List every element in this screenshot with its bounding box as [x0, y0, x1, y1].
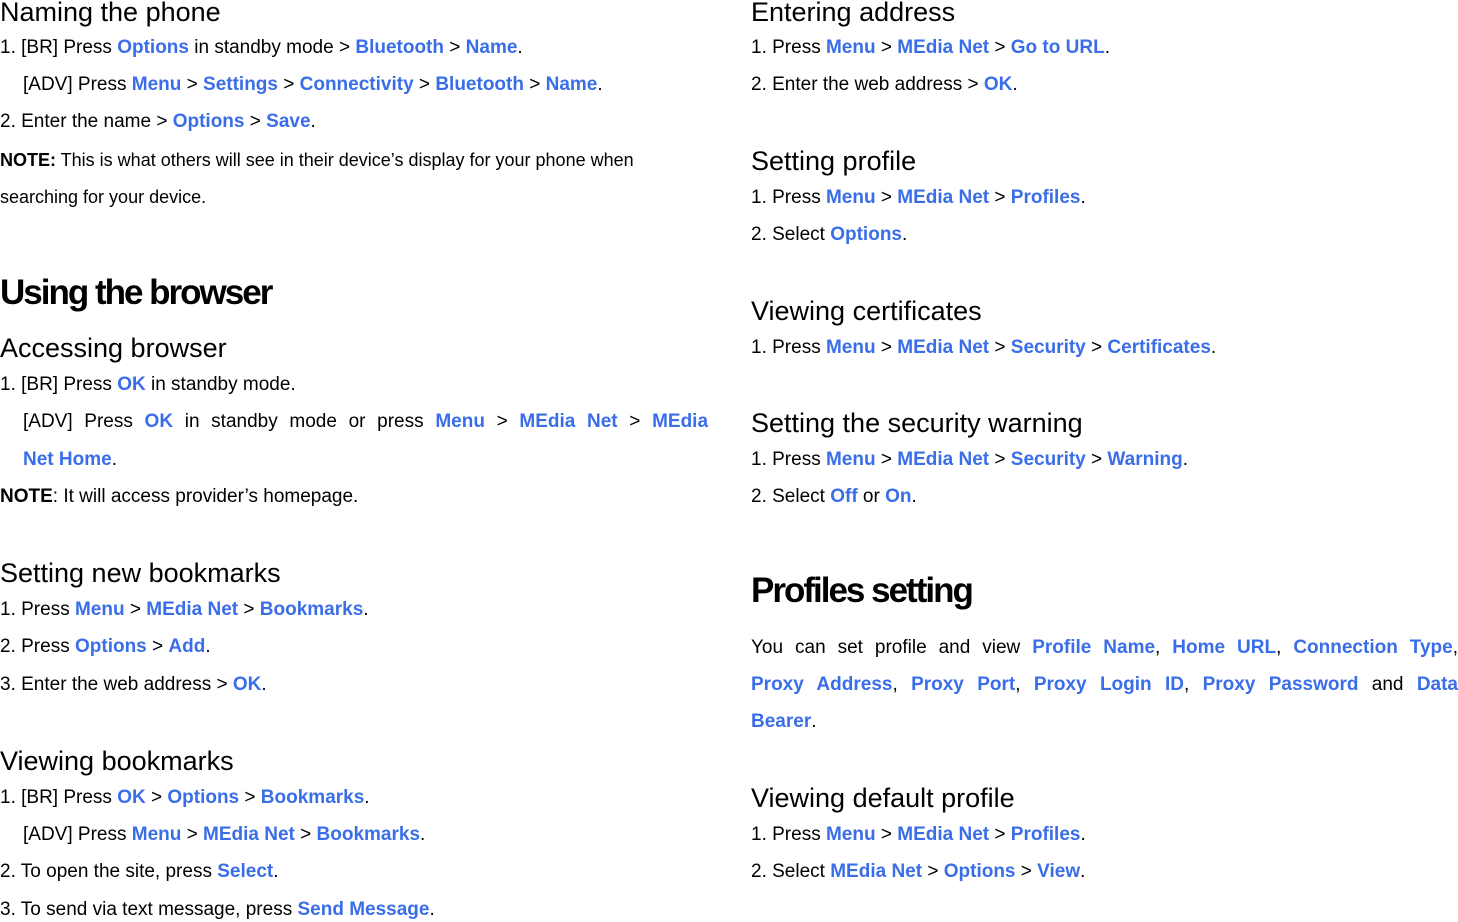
- default-profile-step-1: 1. Press Menu > MEdia Net > Profiles.: [751, 824, 1086, 845]
- accessing-step-1: 1. [BR] Press OK in standby mode.: [0, 374, 296, 395]
- section-title-entering-address: Entering address: [751, 0, 956, 27]
- default-profile-step-2: 2. Select MEdia Net > Options > View.: [751, 861, 1086, 882]
- certificates-step-1: 1. Press Menu > MEdia Net > Security > C…: [751, 337, 1217, 358]
- section-title-accessing-browser: Accessing browser: [0, 333, 227, 363]
- setting-profile-step-1: 1. Press Menu > MEdia Net > Profiles.: [751, 187, 1086, 208]
- viewing-bookmarks-step-1-adv: [ADV] Press Menu > MEdia Net > Bookmarks…: [23, 824, 426, 845]
- entering-address-step-1: 1. Press Menu > MEdia Net > Go to URL.: [751, 37, 1110, 58]
- naming-step-1-adv: [ADV] Press Menu > Settings > Connectivi…: [23, 74, 603, 95]
- new-bookmarks-step-2: 2. Press Options > Add.: [0, 636, 211, 657]
- section-title-setting-profile: Setting profile: [751, 146, 917, 176]
- heading-using-browser: Using the browser: [0, 273, 273, 312]
- heading-profiles-setting: Profiles setting: [751, 571, 974, 610]
- security-warning-step-2: 2. Select Off or On.: [751, 486, 917, 507]
- section-title-new-bookmarks: Setting new bookmarks: [0, 558, 281, 588]
- profiles-setting-line-3: Bearer.: [751, 711, 817, 732]
- viewing-bookmarks-step-2: 2. To open the site, press Select.: [0, 861, 279, 882]
- new-bookmarks-step-3: 3. Enter the web address > OK.: [0, 674, 267, 695]
- accessing-note: NOTE: It will access provider’s homepage…: [0, 486, 359, 507]
- viewing-bookmarks-step-1: 1. [BR] Press OK > Options > Bookmarks.: [0, 787, 370, 808]
- setting-profile-step-2: 2. Select Options.: [751, 224, 908, 245]
- security-warning-step-1: 1. Press Menu > MEdia Net > Security > W…: [751, 449, 1188, 470]
- naming-step-1: 1. [BR] Press Options in standby mode > …: [0, 37, 523, 58]
- entering-address-step-2: 2. Enter the web address > OK.: [751, 74, 1018, 95]
- section-title-default-profile: Viewing default profile: [751, 783, 1015, 813]
- accessing-step-1-adv-cont: Net Home.: [23, 449, 117, 470]
- section-title-security-warning: Setting the security warning: [751, 408, 1083, 438]
- profiles-setting-line-2: Proxy Address, Proxy Port, Proxy Login I…: [751, 674, 1458, 695]
- naming-note-cont: searching for your device.: [0, 187, 207, 207]
- section-title-viewing-certificates: Viewing certificates: [751, 296, 982, 326]
- profiles-setting-line-1: You can set profile and view Profile Nam…: [751, 637, 1458, 658]
- section-title-naming-phone: Naming the phone: [0, 0, 221, 27]
- accessing-step-1-adv: [ADV] Press OK in standby mode or press …: [23, 411, 709, 432]
- naming-note: NOTE: This is what others will see in th…: [0, 150, 634, 170]
- naming-step-2: 2. Enter the name > Options > Save.: [0, 111, 316, 132]
- viewing-bookmarks-step-3: 3. To send via text message, press Send …: [0, 899, 435, 920]
- section-title-viewing-bookmarks: Viewing bookmarks: [0, 746, 234, 776]
- new-bookmarks-step-1: 1. Press Menu > MEdia Net > Bookmarks.: [0, 599, 369, 620]
